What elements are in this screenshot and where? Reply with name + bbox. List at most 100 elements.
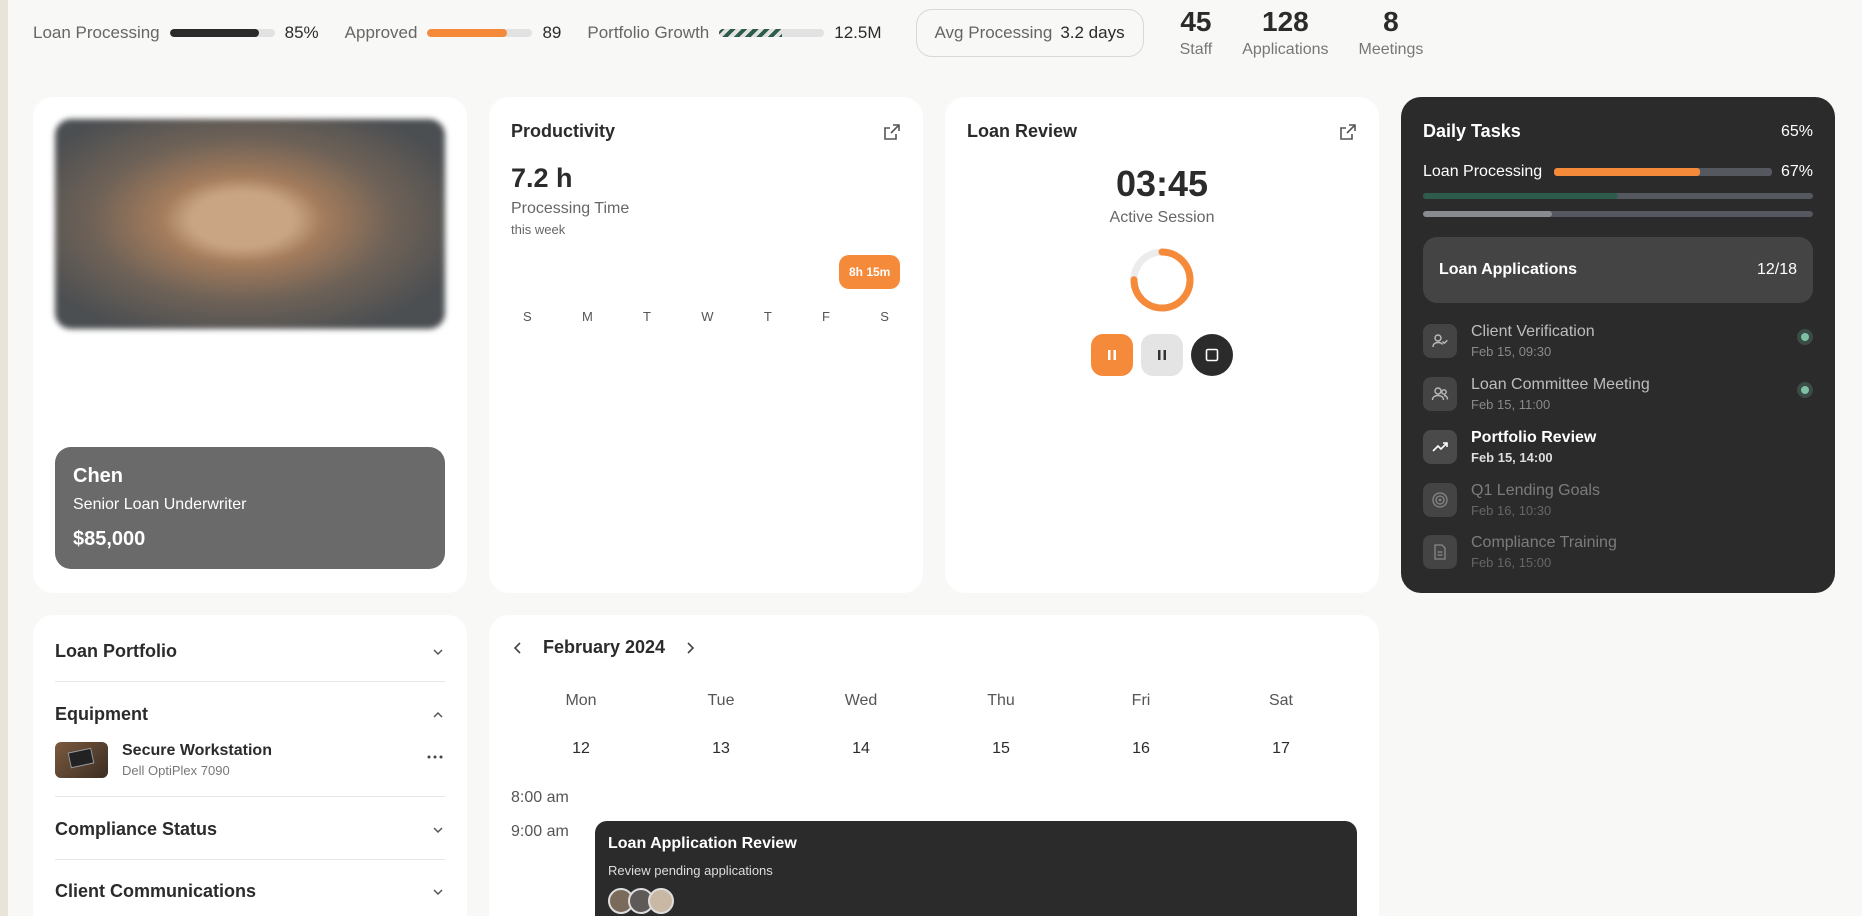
profile-salary: $85,000 bbox=[73, 528, 146, 550]
productivity-badge: 8h 15m bbox=[839, 255, 901, 289]
stat-label: Staff bbox=[1179, 41, 1213, 59]
calendar-date[interactable]: 16 bbox=[1071, 740, 1211, 758]
day-label: T bbox=[643, 309, 651, 324]
stop-icon bbox=[1205, 348, 1219, 362]
avg-processing-label: Avg Processing bbox=[934, 23, 1053, 42]
equipment-thumbnail bbox=[55, 742, 108, 778]
external-link-icon[interactable] bbox=[883, 123, 901, 141]
equipment-name: Secure Workstation bbox=[122, 742, 272, 759]
calendar-header: February 2024 bbox=[511, 637, 697, 658]
users-icon bbox=[1423, 377, 1457, 411]
external-link-icon[interactable] bbox=[1339, 123, 1357, 141]
day-label: F bbox=[822, 309, 830, 324]
productivity-value: 7.2 h bbox=[511, 163, 573, 193]
time-label: 9:00 am bbox=[511, 823, 569, 840]
calendar-date[interactable]: 12 bbox=[511, 740, 651, 758]
accordion-equipment[interactable]: Equipment bbox=[55, 704, 445, 725]
task-name: Portfolio Review bbox=[1471, 429, 1597, 446]
task-name: Q1 Lending Goals bbox=[1471, 482, 1600, 499]
profile-card: Chen Senior Loan Underwriter $85,000 bbox=[33, 97, 467, 593]
calendar-date[interactable]: 13 bbox=[651, 740, 791, 758]
weekday-label: Thu bbox=[987, 692, 1015, 709]
task-date: Feb 15, 09:30 bbox=[1471, 344, 1552, 359]
task-item[interactable]: Compliance Training Feb 16, 15:00 bbox=[1423, 528, 1813, 576]
hold-button[interactable] bbox=[1141, 334, 1183, 376]
calendar-date[interactable]: 15 bbox=[931, 740, 1071, 758]
user-check-icon bbox=[1423, 324, 1457, 358]
stat-meetings: 8 Meetings bbox=[1358, 5, 1424, 60]
accordion-title: Loan Portfolio bbox=[55, 641, 177, 661]
day-label: W bbox=[701, 309, 714, 324]
task-date: Feb 15, 14:00 bbox=[1471, 450, 1553, 465]
accordion-client-communications[interactable]: Client Communications bbox=[55, 881, 445, 902]
accordion-loan-portfolio[interactable]: Loan Portfolio bbox=[55, 641, 445, 662]
day-label: T bbox=[763, 309, 772, 324]
profile-name: Chen bbox=[73, 465, 123, 487]
accordion-title: Compliance Status bbox=[55, 819, 218, 839]
stat-applications: 128 Applications bbox=[1242, 6, 1328, 60]
day-label: S bbox=[523, 309, 532, 324]
avg-processing-pill[interactable]: Avg Processing 3.2 days bbox=[915, 9, 1144, 57]
metric-value: 12.5M bbox=[834, 23, 882, 42]
progress-bar bbox=[1423, 211, 1813, 217]
loan-processing-label: Loan Processing bbox=[1423, 163, 1543, 180]
productivity-card: Productivity 7.2 h Processing Time this … bbox=[489, 97, 923, 593]
chevron-left-icon[interactable] bbox=[511, 641, 525, 655]
divider bbox=[55, 859, 445, 860]
day-label: M bbox=[581, 309, 593, 324]
event-title: Loan Application Review bbox=[608, 835, 797, 852]
more-options-icon[interactable] bbox=[427, 754, 443, 760]
stat-label: Meetings bbox=[1358, 41, 1424, 59]
divider bbox=[55, 796, 445, 797]
calendar-month: February 2024 bbox=[543, 637, 666, 657]
status-dot bbox=[1797, 382, 1813, 398]
metric-label: Portfolio Growth bbox=[587, 23, 710, 42]
profile-info: Chen Senior Loan Underwriter $85,000 bbox=[55, 447, 445, 569]
calendar-event[interactable]: Loan Application Review Review pending a… bbox=[595, 821, 1357, 916]
stop-button[interactable] bbox=[1191, 334, 1233, 376]
metric-label: Approved bbox=[344, 23, 418, 42]
stat-staff: 45 Staff bbox=[1179, 5, 1213, 60]
task-date: Feb 15, 11:00 bbox=[1471, 397, 1551, 412]
calendar-weekdays: Mon Tue Wed Thu Fri Sat bbox=[511, 692, 1351, 710]
card-title: Loan Review bbox=[967, 121, 1078, 141]
task-item[interactable]: Portfolio Review Feb 15, 14:00 bbox=[1423, 423, 1813, 471]
calendar-date[interactable]: 14 bbox=[791, 740, 931, 758]
equipment-item[interactable]: Secure Workstation Dell OptiPlex 7090 bbox=[55, 740, 445, 780]
task-item[interactable]: Client Verification Feb 15, 09:30 bbox=[1423, 317, 1813, 365]
accordion-title: Client Communications bbox=[55, 881, 257, 901]
metric-portfolio-growth: Portfolio Growth 12.5M bbox=[587, 23, 881, 43]
document-icon bbox=[1423, 535, 1457, 569]
card-title: Productivity bbox=[511, 121, 616, 141]
chevron-right-icon[interactable] bbox=[683, 641, 697, 655]
accordion-card: Loan Portfolio Equipment Secure Workstat… bbox=[33, 615, 467, 916]
task-item[interactable]: Q1 Lending Goals Feb 16, 10:30 bbox=[1423, 476, 1813, 524]
loan-processing-value: 67% bbox=[1780, 163, 1813, 180]
calendar-card: February 2024 Mon Tue Wed Thu Fri Sat 12… bbox=[489, 615, 1379, 916]
card-title: Daily Tasks bbox=[1423, 121, 1521, 141]
task-name: Compliance Training bbox=[1471, 534, 1617, 551]
pause-button[interactable] bbox=[1091, 334, 1133, 376]
trending-up-icon bbox=[1423, 430, 1457, 464]
top-metrics-bar: Loan Processing 85% Approved 89 Portfoli… bbox=[33, 0, 1453, 66]
stat-value: 8 bbox=[1383, 5, 1399, 37]
profile-photo bbox=[55, 119, 445, 329]
divider bbox=[55, 681, 445, 682]
accordion-compliance-status[interactable]: Compliance Status bbox=[55, 819, 445, 840]
calendar-date[interactable]: 17 bbox=[1211, 740, 1351, 758]
chevron-down-icon bbox=[433, 827, 443, 834]
session-status: Active Session bbox=[1109, 209, 1215, 226]
chevron-up-icon bbox=[433, 711, 443, 718]
avatar bbox=[648, 888, 674, 914]
loan-applications-count: 12/18 bbox=[1756, 261, 1797, 278]
metric-label: Loan Processing bbox=[33, 23, 160, 42]
pause-icon bbox=[1158, 350, 1166, 360]
accordion-title: Equipment bbox=[55, 704, 148, 724]
weekday-label: Tue bbox=[707, 692, 735, 709]
stat-value: 45 bbox=[1180, 5, 1212, 37]
progress-bar bbox=[427, 29, 533, 37]
loan-applications-box[interactable]: Loan Applications 12/18 bbox=[1423, 237, 1813, 303]
pause-icon bbox=[1108, 350, 1116, 360]
task-item[interactable]: Loan Committee Meeting Feb 15, 11:00 bbox=[1423, 370, 1813, 418]
event-subtitle: Review pending applications bbox=[608, 863, 773, 878]
